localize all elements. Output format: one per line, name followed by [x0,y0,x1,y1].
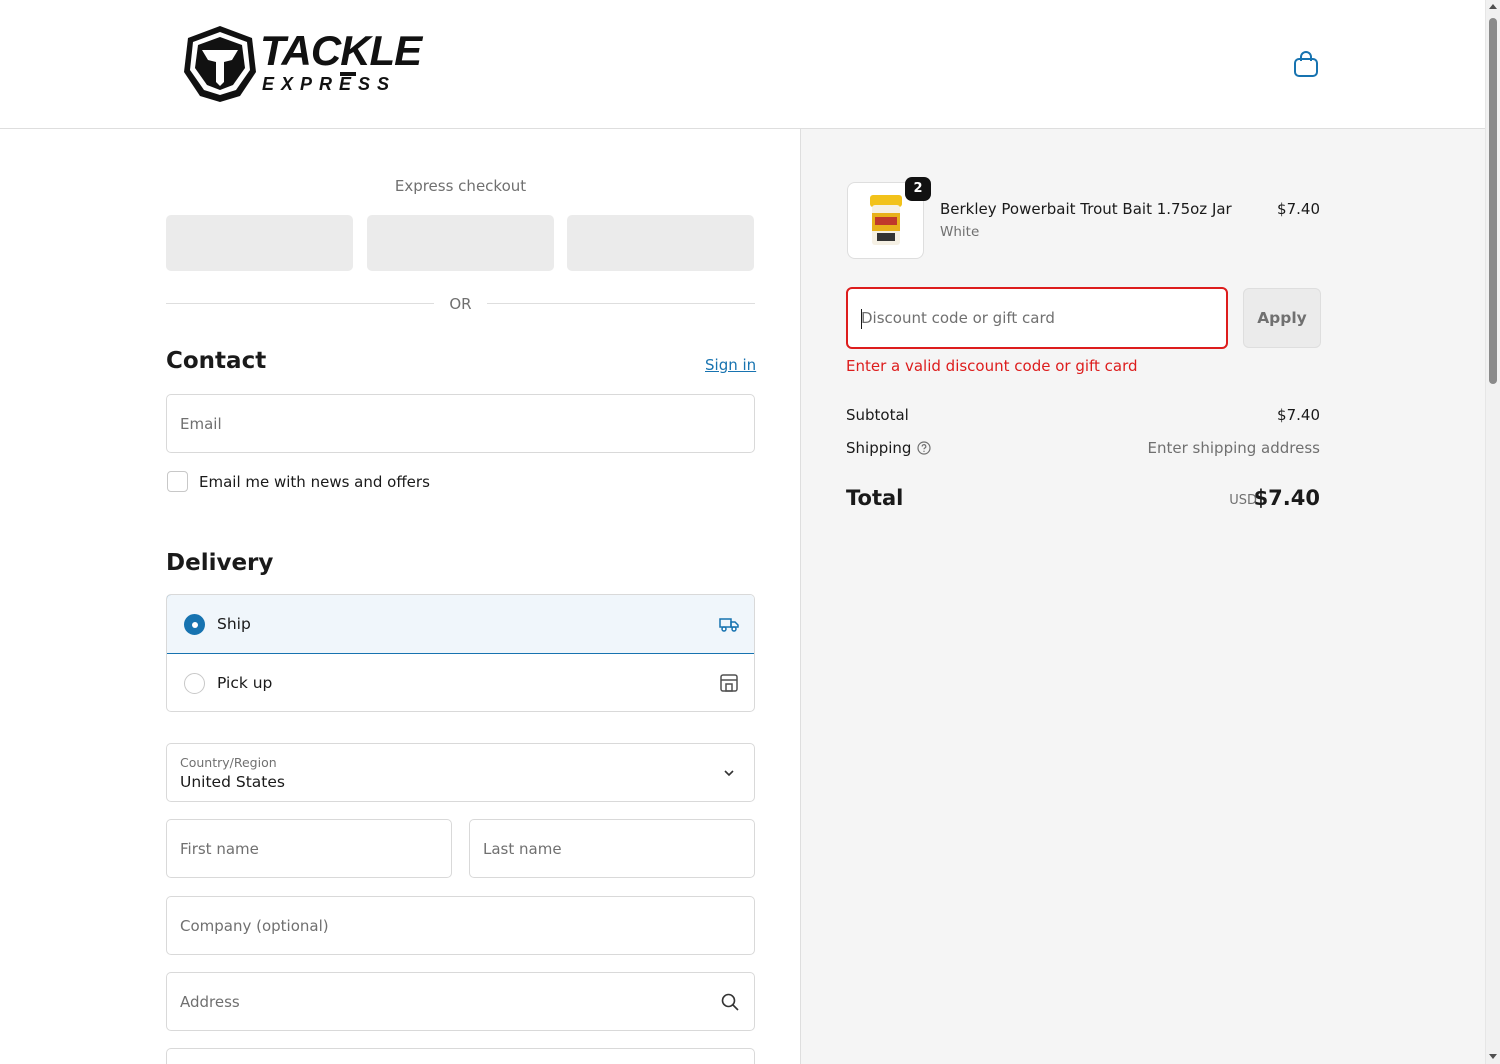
newsletter-label: Email me with news and offers [199,473,430,491]
or-label: OR [449,295,472,313]
shield-logo-icon [184,26,256,102]
discount-placeholder: Discount code or gift card [861,309,1055,327]
truck-icon [719,618,739,632]
express-checkout-label: Express checkout [394,177,527,195]
search-icon [721,993,739,1011]
apply-discount-button[interactable]: Apply [1243,288,1321,348]
ship-radio[interactable] [184,614,205,635]
scroll-down-arrow-icon[interactable] [1489,1054,1497,1059]
store-logo[interactable]: TACKLE EXPRESS [180,24,435,104]
delivery-heading: Delivery [166,550,274,576]
order-summary: 2 Berkley Powerbait Trout Bait 1.75oz Ja… [800,129,1485,1064]
email-placeholder: Email [180,414,222,433]
company-field[interactable]: Company (optional) [166,896,755,955]
header: TACKLE EXPRESS [0,0,1485,129]
logo-text-express: EXPRESS [262,74,397,94]
quantity-badge: 2 [905,177,931,201]
discount-code-input[interactable]: Discount code or gift card [846,287,1228,349]
bait-jar-image [870,195,902,245]
discount-error-message: Enter a valid discount code or gift card [846,357,1138,375]
last-name-field[interactable]: Last name [469,819,755,878]
product-name: Berkley Powerbait Trout Bait 1.75oz Jar [940,200,1232,218]
subtotal-value: $7.40 [1277,406,1320,424]
shipping-value: Enter shipping address [1147,439,1320,457]
sign-in-link[interactable]: Sign in [705,356,756,374]
or-divider: OR [166,293,755,315]
pickup-radio[interactable] [184,673,205,694]
help-circle-icon[interactable] [917,441,932,455]
shopping-bag-icon[interactable] [1293,50,1319,78]
page-scrollbar[interactable] [1485,0,1500,1064]
express-pay-button-1[interactable] [166,215,353,271]
scroll-up-arrow-icon[interactable] [1489,4,1497,9]
chevron-down-icon [724,770,734,777]
total-label: Total [846,486,904,510]
address-field[interactable]: Address [166,972,755,1031]
delivery-method-group: Ship Pick up [166,594,755,712]
address-placeholder: Address [180,992,240,1011]
product-variant: White [940,224,980,240]
last-name-placeholder: Last name [483,839,562,858]
logo-text-tackle: TACKLE [260,27,422,74]
shipping-label: Shipping [846,439,912,457]
product-price: $7.40 [1277,200,1320,218]
checkout-form: Express checkout OR Contact Sign in Emai… [0,129,800,1064]
delivery-option-ship[interactable]: Ship [167,595,754,654]
country-value: United States [180,773,285,791]
text-cursor [861,309,862,329]
first-name-placeholder: First name [180,839,259,858]
country-label: Country/Region [180,755,277,770]
newsletter-checkbox[interactable] [167,471,188,492]
first-name-field[interactable]: First name [166,819,452,878]
country-select[interactable]: Country/Region United States [166,743,755,802]
delivery-option-pickup[interactable]: Pick up [167,654,754,711]
ship-label: Ship [217,615,251,633]
total-value: $7.40 [1253,486,1320,510]
express-pay-button-3[interactable] [567,215,754,271]
company-placeholder: Company (optional) [180,916,329,935]
store-icon [720,674,738,692]
scrollbar-thumb[interactable] [1489,18,1497,384]
express-pay-button-2[interactable] [367,215,554,271]
shipping-row: Shipping [846,439,932,457]
subtotal-label: Subtotal [846,406,909,424]
email-field[interactable]: Email [166,394,755,453]
pickup-label: Pick up [217,674,273,692]
contact-heading: Contact [166,348,267,374]
next-field[interactable] [166,1048,755,1064]
